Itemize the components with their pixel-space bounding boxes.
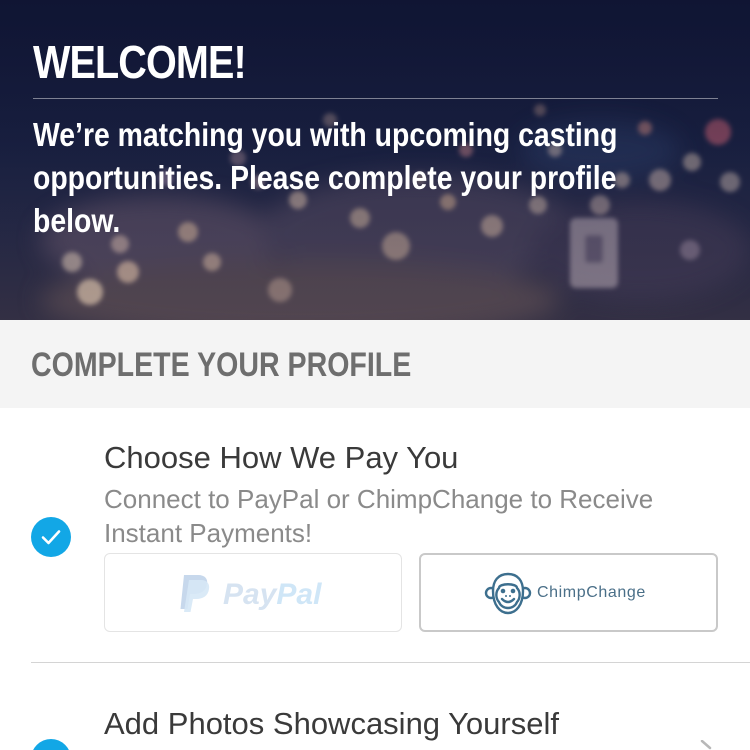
step-complete-check-icon [31,739,71,750]
paypal-wordmark: PayPal [223,578,322,611]
chimp-monkey-icon [484,572,532,615]
step-complete-check-icon [31,517,71,557]
paypal-button[interactable]: PayPal [104,553,402,632]
chimpchange-button[interactable]: ChimpChange [419,553,718,632]
step-title-payment: Choose How We Pay You [104,440,459,475]
step-title-photos[interactable]: Add Photos Showcasing Yourself [104,706,559,742]
step-description-payment: Connect to PayPal or ChimpChange to Rece… [104,484,654,548]
welcome-title: WELCOME! [33,36,247,88]
hero-divider [33,98,718,99]
paypal-logo-icon [180,575,210,612]
section-title: COMPLETE YOUR PROFILE [31,346,412,384]
welcome-message: We’re matching you with upcoming casting… [33,116,618,239]
chimpchange-label: ChimpChange [537,584,646,601]
profile-screen: WELCOME! We’re matching you with upcomin… [0,0,750,750]
chevron-right-icon[interactable] [700,740,716,750]
step-divider [31,662,750,663]
